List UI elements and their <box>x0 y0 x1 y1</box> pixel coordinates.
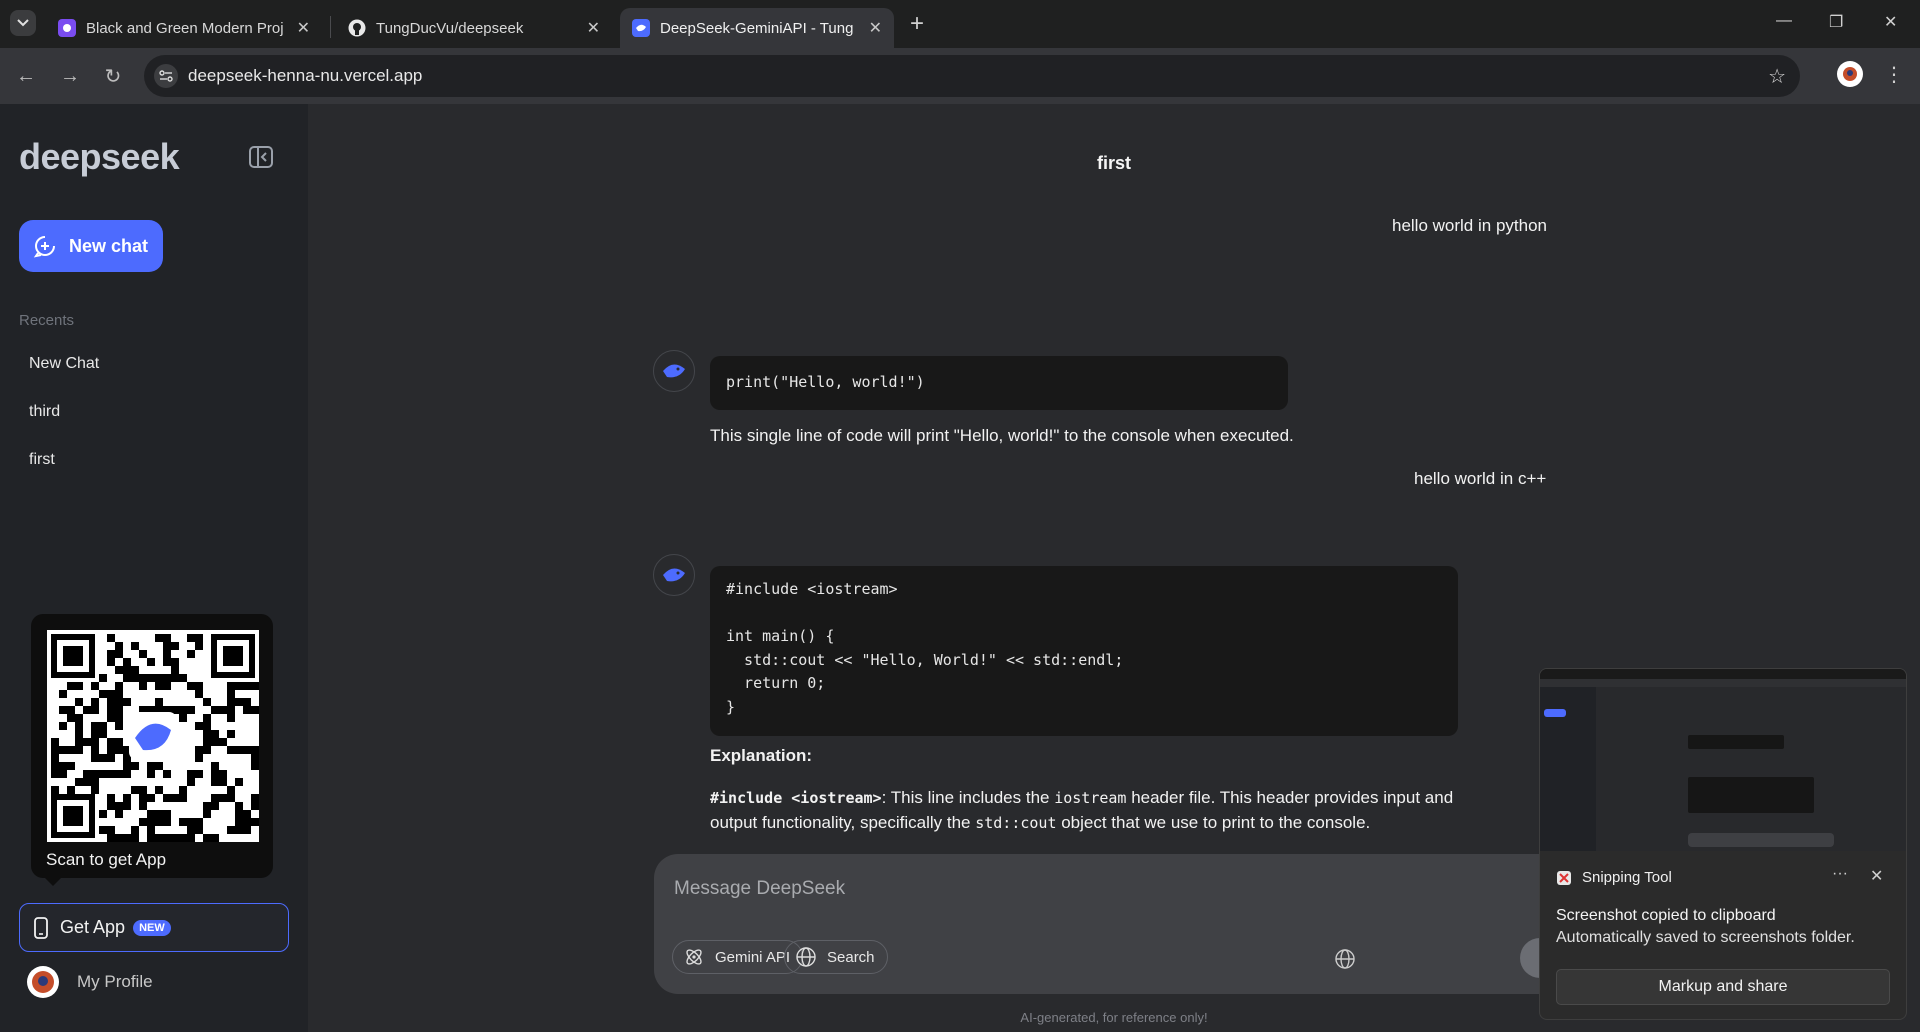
restore-icon[interactable]: ❐ <box>1829 12 1843 32</box>
snip-submessage: Automatically saved to screenshots folde… <box>1556 929 1855 946</box>
close-tab-icon[interactable]: ✕ <box>869 18 882 38</box>
forward-icon[interactable]: → <box>56 62 84 90</box>
qr-caption: Scan to get App <box>46 850 167 869</box>
deepseek-logo: deepseek <box>19 136 180 177</box>
gemini-api-label: Gemini API <box>715 948 791 966</box>
inline-code: std::cout <box>975 813 1057 832</box>
qr-code <box>47 630 259 842</box>
recent-chat-label: third <box>29 403 61 420</box>
recent-chat-label: New Chat <box>29 355 100 372</box>
profile-label: My Profile <box>77 972 153 991</box>
search-toggle[interactable]: Search <box>784 940 888 974</box>
more-options-icon[interactable]: ··· <box>1832 865 1848 883</box>
deepseek-icon <box>632 19 650 37</box>
inline-code: #include <iostream> <box>710 789 882 807</box>
minimize-icon[interactable]: — <box>1776 12 1792 30</box>
collapse-sidebar-icon[interactable] <box>248 144 274 170</box>
code-block: #include <iostream> int main() { std::co… <box>710 566 1458 736</box>
tab-title: DeepSeek-GeminiAPI - Tung Du <box>660 19 855 37</box>
chevron-down-icon <box>17 19 29 27</box>
tab-title: Black and Green Modern Projec <box>86 19 283 37</box>
snip-message: Screenshot copied to clipboard <box>1556 907 1776 924</box>
browser-toolbar: ← → ↻ deepseek-henna-nu.vercel.app ☆ ⋮ <box>0 48 1920 104</box>
recent-chat-label: first <box>29 451 55 468</box>
snipping-tool-icon <box>1557 870 1571 885</box>
new-badge: NEW <box>133 919 171 936</box>
browser-tab[interactable]: Black and Green Modern Projec ✕ <box>46 8 322 48</box>
profile-avatar-icon[interactable] <box>1837 61 1863 87</box>
globe-icon <box>796 947 816 967</box>
github-icon <box>348 19 366 37</box>
url-text: deepseek-henna-nu.vercel.app <box>188 66 423 85</box>
get-app-label: Get App <box>60 917 126 937</box>
avatar <box>27 966 59 998</box>
recent-chat-item[interactable]: New Chat <box>19 344 289 384</box>
phone-icon <box>34 916 48 939</box>
chat-title: first <box>1096 153 1131 173</box>
snipping-tool-notification[interactable]: Snipping Tool ··· ✕ Screenshot copied to… <box>1539 668 1907 1020</box>
paragraph-text: object that we use to print to the conso… <box>1056 812 1371 832</box>
deepseek-avatar-icon <box>653 350 695 392</box>
snip-header: Snipping Tool <box>1556 869 1672 886</box>
new-tab-icon[interactable]: + <box>910 10 924 38</box>
atom-icon <box>686 949 702 965</box>
new-chat-button[interactable]: New chat <box>19 220 163 272</box>
browser-menu-icon[interactable]: ⋮ <box>1884 62 1904 87</box>
reload-icon[interactable]: ↻ <box>99 62 127 90</box>
assistant-text: This single line of code will print "Hel… <box>710 426 1294 445</box>
code-block: print("Hello, world!") <box>710 356 1288 410</box>
close-tab-icon[interactable]: ✕ <box>297 18 310 38</box>
close-icon[interactable]: ✕ <box>1870 866 1883 886</box>
user-message: hello world in c++ <box>1414 469 1547 488</box>
paragraph-text: : This line includes the <box>881 788 1055 807</box>
screenshot-thumbnail[interactable] <box>1540 669 1906 851</box>
markup-and-share-button[interactable]: Markup and share <box>1556 969 1890 1005</box>
my-profile-button[interactable]: My Profile <box>27 964 153 1000</box>
message-input[interactable]: Message DeepSeek <box>674 878 845 900</box>
snip-app-name: Snipping Tool <box>1582 869 1672 886</box>
recents-heading: Recents <box>19 312 75 329</box>
browser-tab-active[interactable]: DeepSeek-GeminiAPI - Tung Du ✕ <box>620 8 894 48</box>
browser-tab-strip: Black and Green Modern Projec ✕ TungDucV… <box>0 0 1920 48</box>
tab-search-button[interactable] <box>10 10 36 36</box>
address-bar[interactable]: deepseek-henna-nu.vercel.app ☆ <box>144 55 1800 97</box>
globe-icon[interactable] <box>1334 948 1356 970</box>
bookmark-star-icon[interactable]: ☆ <box>1768 64 1786 89</box>
tab-title: TungDucVu/deepseek <box>376 19 524 37</box>
new-chat-label: New chat <box>69 235 149 256</box>
user-message: hello world in python <box>1392 216 1547 235</box>
inline-code: iostream <box>1054 789 1127 807</box>
browser-tab[interactable]: TungDucVu/deepseek ✕ <box>336 8 612 48</box>
close-tab-icon[interactable]: ✕ <box>587 18 600 38</box>
new-chat-icon <box>33 236 55 258</box>
site-info-icon[interactable] <box>154 64 178 88</box>
assistant-paragraph: #include <iostream>: This line includes … <box>710 786 1460 835</box>
back-icon[interactable]: ← <box>12 62 40 90</box>
search-label: Search <box>827 948 875 966</box>
recent-chat-item[interactable]: third <box>19 392 289 432</box>
recent-chat-item[interactable]: first <box>19 440 289 480</box>
deepseek-avatar-icon <box>653 554 695 596</box>
close-window-icon[interactable]: ✕ <box>1884 12 1897 32</box>
sidebar: deepseek New chat Recents New Chat third… <box>0 104 308 1032</box>
explanation-heading: Explanation: <box>710 746 813 765</box>
get-app-button[interactable]: Get App NEW <box>19 903 289 952</box>
qr-popover: Scan to get App <box>31 614 273 886</box>
canva-icon <box>58 19 76 37</box>
tab-separator <box>330 16 331 38</box>
